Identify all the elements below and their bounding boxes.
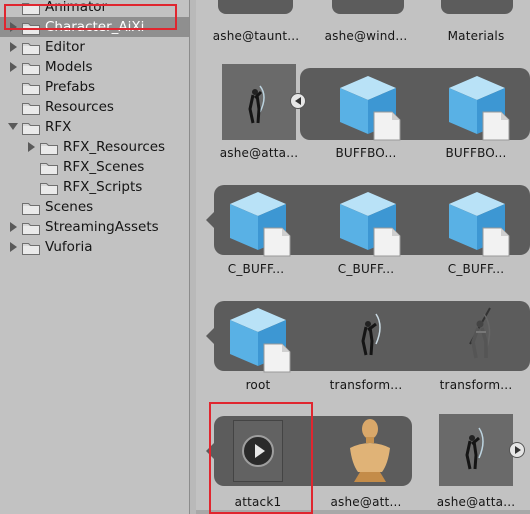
archer-character-icon[interactable] — [346, 308, 396, 368]
tree-item[interactable]: Animator — [0, 0, 189, 17]
asset-label[interactable]: ashe@atta... — [211, 146, 307, 160]
collapsed-arrow-icon[interactable] — [28, 142, 35, 152]
prefab-cube-icon[interactable] — [336, 184, 406, 258]
collapsed-arrow-icon[interactable] — [10, 242, 17, 252]
folder-icon — [40, 180, 58, 195]
asset-label[interactable]: BUFFBO... — [318, 146, 414, 160]
folder-icon — [22, 0, 40, 15]
collapsed-arrow-icon[interactable] — [10, 62, 17, 72]
asset-thumb-top[interactable] — [218, 0, 293, 14]
tree-item-label: Vuforia — [45, 239, 93, 255]
tree-item[interactable]: Prefabs — [0, 77, 189, 97]
collapsed-arrow-icon[interactable] — [10, 42, 17, 52]
asset-label[interactable]: attack1 — [210, 495, 306, 509]
group-notch — [206, 211, 215, 229]
prefab-cube-icon[interactable] — [445, 68, 515, 142]
prefab-cube-icon[interactable] — [226, 300, 296, 374]
tree-item[interactable]: Models — [0, 57, 189, 77]
tree-item-label: Character_AiXi — [45, 19, 145, 35]
archer-character-icon — [248, 85, 265, 124]
asset-label[interactable]: transform... — [428, 378, 524, 392]
asset-thumb-character[interactable] — [222, 64, 296, 140]
tree-item-label: Scenes — [45, 199, 94, 215]
collapsed-arrow-icon[interactable] — [10, 222, 17, 232]
asset-label[interactable]: C_BUFF... — [428, 262, 524, 276]
folder-icon — [22, 200, 40, 215]
folder-icon — [22, 100, 40, 115]
asset-label[interactable]: C_BUFF... — [318, 262, 414, 276]
group-notch — [206, 442, 215, 460]
tree-item-label: Editor — [45, 39, 85, 55]
tree-item[interactable]: Character_AiXi — [0, 17, 189, 37]
asset-thumb-character[interactable] — [439, 414, 513, 486]
horizontal-scrollbar[interactable] — [196, 510, 530, 514]
tree-item-label: RFX_Resources — [63, 139, 166, 155]
character-mesh-icon[interactable] — [456, 304, 506, 366]
folder-icon — [40, 140, 58, 155]
tree-item[interactable]: Resources — [0, 97, 189, 117]
tree-item[interactable]: StreamingAssets — [0, 217, 189, 237]
tree-item[interactable]: RFX_Scripts — [0, 177, 189, 197]
prefab-cube-icon[interactable] — [445, 184, 515, 258]
tree-item[interactable]: Scenes — [0, 197, 189, 217]
folder-icon — [22, 80, 40, 95]
folder-icon — [22, 220, 40, 235]
asset-label[interactable]: ashe@wind... — [318, 29, 414, 43]
tree-item-label: Animator — [45, 0, 108, 15]
tree-item-label: Resources — [45, 99, 114, 115]
asset-thumb-top[interactable] — [332, 0, 404, 14]
tree-item-label: RFX_Scripts — [63, 179, 143, 195]
play-icon — [242, 435, 274, 467]
asset-label[interactable]: ashe@atta... — [428, 495, 524, 509]
asset-thumb-top[interactable] — [441, 0, 513, 14]
tree-item-label: StreamingAssets — [45, 219, 159, 235]
collapsed-arrow-icon[interactable] — [10, 22, 17, 32]
expanded-arrow-icon[interactable] — [8, 123, 18, 130]
project-tree: Animator Character_AiXi Editor Models Prefab… — [0, 0, 189, 514]
asset-label[interactable]: transform... — [318, 378, 414, 392]
avatar-mannequin-icon[interactable] — [342, 416, 398, 484]
asset-label[interactable]: Materials — [428, 29, 524, 43]
asset-label[interactable]: BUFFBO... — [428, 146, 524, 160]
asset-grid: ashe@taunt... ashe@wind... Materials ash… — [196, 0, 530, 514]
tree-item-label: RFX_Scenes — [63, 159, 145, 175]
folder-icon — [40, 160, 58, 175]
tree-item[interactable]: RFX — [0, 117, 189, 137]
folder-icon — [22, 120, 40, 135]
group-notch — [206, 327, 215, 345]
tree-item[interactable]: RFX_Resources — [0, 137, 189, 157]
animation-clip-icon[interactable] — [233, 420, 283, 482]
tree-item[interactable]: Vuforia — [0, 237, 189, 257]
archer-character-icon — [465, 427, 484, 470]
tree-item[interactable]: RFX_Scenes — [0, 157, 189, 177]
folder-icon — [22, 40, 40, 55]
asset-label[interactable]: ashe@att... — [318, 495, 414, 509]
tree-item-label: Prefabs — [45, 79, 96, 95]
collapse-arrow-icon[interactable] — [290, 93, 306, 109]
prefab-cube-icon[interactable] — [226, 184, 296, 258]
expand-arrow-icon[interactable] — [509, 442, 525, 458]
tree-item[interactable]: Editor — [0, 37, 189, 57]
tree-item-label: RFX — [45, 119, 72, 135]
asset-label[interactable]: root — [210, 378, 306, 392]
prefab-cube-icon[interactable] — [336, 68, 406, 142]
folder-icon — [22, 60, 40, 75]
folder-icon — [22, 240, 40, 255]
folder-icon — [22, 20, 40, 35]
asset-label[interactable]: ashe@taunt... — [208, 29, 304, 43]
tree-item-label: Models — [45, 59, 93, 75]
asset-label[interactable]: C_BUFF... — [208, 262, 304, 276]
